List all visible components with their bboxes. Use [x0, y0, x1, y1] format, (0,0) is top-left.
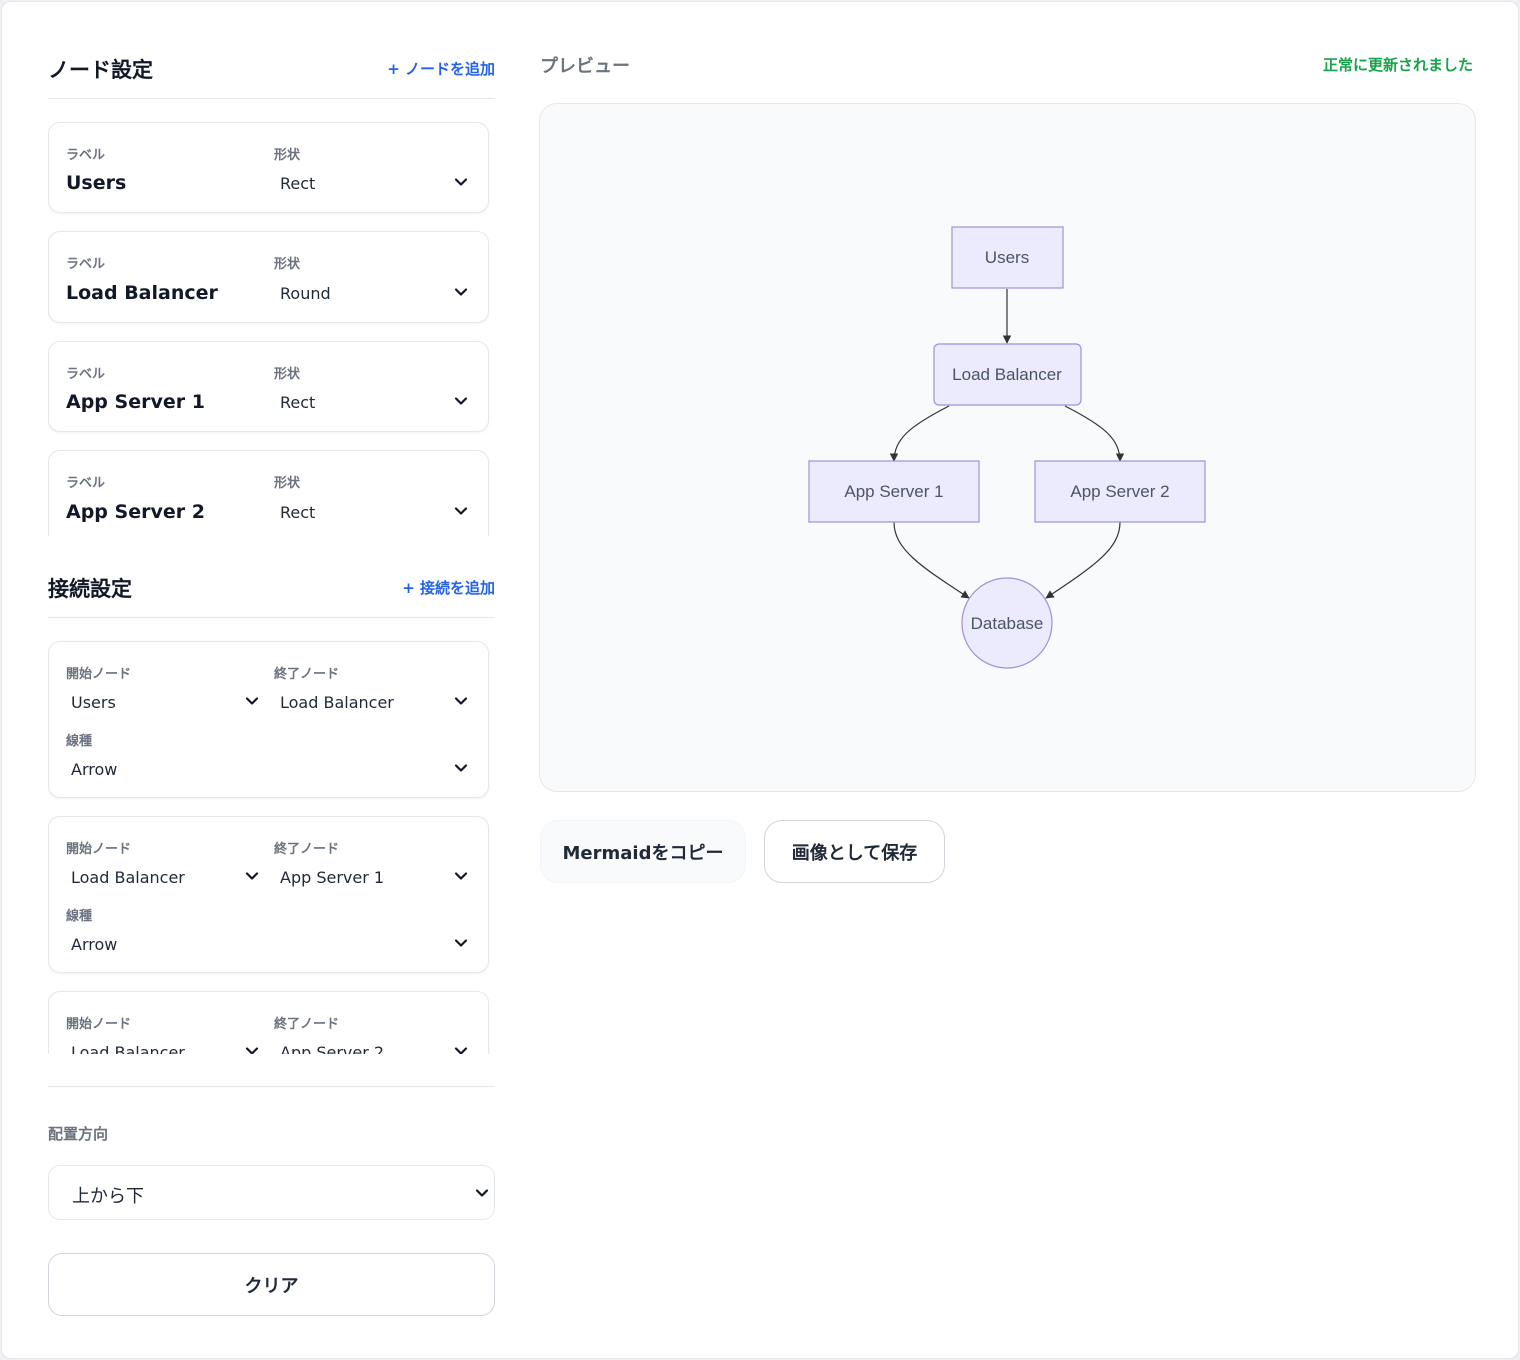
diagram-node-app-server-1-label: App Server 1 [844, 482, 943, 501]
edge-card: 開始ノード 終了ノード Load Balancer App Server 2 線… [48, 991, 489, 1054]
edge-type-select[interactable]: Arrow [71, 935, 117, 954]
node-label-input[interactable]: App Server 2 [66, 501, 205, 523]
to-caption: 終了ノード [274, 842, 340, 857]
edge-appserver1-database [893, 521, 970, 599]
to-caption: 終了ノード [274, 1017, 340, 1032]
add-node-button[interactable]: + ノードを追加 [387, 58, 495, 79]
node-card: ラベル 形状 Users Rect [48, 122, 489, 213]
chevron-down-icon[interactable] [453, 868, 469, 884]
diagram-node-app-server-2-label: App Server 2 [1070, 482, 1169, 501]
chevron-down-icon[interactable] [453, 760, 469, 776]
direction-label: 配置方向 [48, 1125, 109, 1143]
node-card: ラベル 形状 App Server 1 Rect [48, 341, 489, 432]
type-caption: 線種 [66, 734, 93, 749]
from-caption: 開始ノード [66, 842, 132, 857]
chevron-down-icon[interactable] [453, 935, 469, 951]
node-settings-header: ノード設定 + ノードを追加 [48, 58, 495, 99]
label-caption: ラベル [66, 367, 106, 382]
chevron-down-icon[interactable] [453, 393, 469, 409]
clear-button[interactable]: クリア [48, 1253, 495, 1316]
status-message: 正常に更新されました [1322, 56, 1473, 74]
to-caption: 終了ノード [274, 667, 340, 682]
chevron-down-icon[interactable] [453, 503, 469, 519]
node-settings-title: ノード設定 [48, 58, 153, 82]
edge-appserver2-database [1045, 521, 1121, 599]
edge-list[interactable]: 開始ノード 終了ノード Users Load Balancer 線種 Arrow… [48, 640, 495, 1054]
diagram-preview: Users Load Balancer App Server 1 App Ser… [539, 103, 1476, 792]
preview-title: プレビュー [540, 56, 630, 77]
direction-value: 上から下 [72, 1186, 144, 1207]
chevron-down-icon[interactable] [453, 1043, 469, 1054]
to-node-select[interactable]: App Server 1 [280, 868, 384, 887]
edge-loadbalancer-appserver1 [889, 405, 950, 462]
edge-card: 開始ノード 終了ノード Load Balancer App Server 1 線… [48, 816, 489, 973]
node-label-input[interactable]: Users [66, 172, 126, 194]
chevron-down-icon[interactable] [244, 693, 260, 709]
shape-select[interactable]: Round [280, 284, 331, 303]
from-node-select[interactable]: Users [71, 693, 116, 712]
save-image-button[interactable]: 画像として保存 [764, 820, 945, 883]
shape-caption: 形状 [274, 257, 301, 272]
node-list[interactable]: ラベル 形状 Users Rect ラベル 形状 Load Balancer R… [48, 121, 495, 536]
from-node-select[interactable]: Load Balancer [71, 868, 185, 887]
chevron-down-icon[interactable] [453, 174, 469, 190]
copy-mermaid-button[interactable]: Mermaidをコピー [540, 820, 746, 883]
diagram-node-load-balancer-label: Load Balancer [952, 365, 1062, 384]
shape-select[interactable]: Rect [280, 174, 315, 193]
app-window: ノード設定 + ノードを追加 ラベル 形状 Users Rect ラベル 形状 … [1, 1, 1519, 1359]
from-node-select[interactable]: Load Balancer [71, 1043, 185, 1054]
shape-caption: 形状 [274, 148, 301, 163]
node-card: ラベル 形状 App Server 2 Rect [48, 450, 489, 536]
edge-settings-title: 接続設定 [48, 577, 132, 601]
diagram-node-database-label: Database [971, 614, 1044, 633]
label-caption: ラベル [66, 257, 106, 272]
from-caption: 開始ノード [66, 1017, 132, 1032]
shape-caption: 形状 [274, 476, 301, 491]
label-caption: ラベル [66, 148, 106, 163]
edge-card: 開始ノード 終了ノード Users Load Balancer 線種 Arrow [48, 641, 489, 798]
chevron-down-icon[interactable] [453, 693, 469, 709]
chevron-down-icon[interactable] [244, 1043, 260, 1054]
chevron-down-icon[interactable] [453, 284, 469, 300]
from-caption: 開始ノード [66, 667, 132, 682]
chevron-down-icon[interactable] [244, 868, 260, 884]
to-node-select[interactable]: Load Balancer [280, 693, 394, 712]
to-node-select[interactable]: App Server 2 [280, 1043, 384, 1054]
edge-loadbalancer-appserver2 [1064, 405, 1125, 462]
add-edge-button[interactable]: + 接続を追加 [402, 577, 495, 598]
node-label-input[interactable]: App Server 1 [66, 391, 205, 413]
direction-select[interactable]: 上から下 [48, 1165, 495, 1220]
flowchart-diagram: Users Load Balancer App Server 1 App Ser… [808, 226, 1206, 669]
edge-settings-header: 接続設定 + 接続を追加 [48, 577, 495, 618]
divider [48, 1086, 495, 1087]
node-card: ラベル 形状 Load Balancer Round [48, 231, 489, 323]
shape-caption: 形状 [274, 367, 301, 382]
node-label-input[interactable]: Load Balancer [66, 282, 218, 304]
edge-type-select[interactable]: Arrow [71, 760, 117, 779]
diagram-node-users-label: Users [985, 248, 1029, 267]
shape-select[interactable]: Rect [280, 393, 315, 412]
chevron-down-icon [474, 1185, 490, 1201]
type-caption: 線種 [66, 909, 93, 924]
shape-select[interactable]: Rect [280, 503, 315, 522]
label-caption: ラベル [66, 476, 106, 491]
